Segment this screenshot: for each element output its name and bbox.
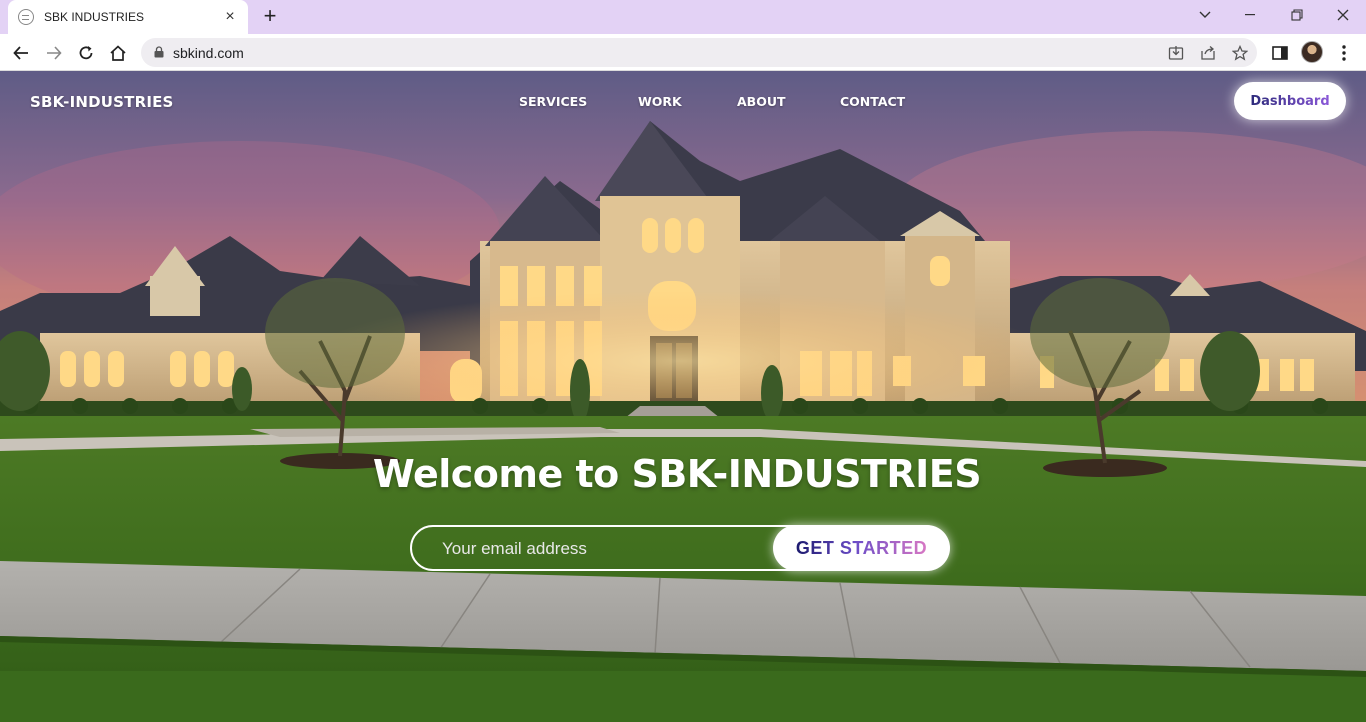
- tab-strip: SBK INDUSTRIES × +: [0, 0, 1366, 34]
- main-nav: SERVICES WORK ABOUT CONTACT: [0, 94, 1366, 114]
- tab-close-icon[interactable]: ×: [222, 9, 238, 25]
- favicon-icon: [18, 9, 34, 25]
- hero-title: Welcome to SBK-INDUSTRIES: [372, 452, 982, 496]
- browser-toolbar: sbkind.com: [0, 34, 1366, 71]
- install-icon[interactable]: [1167, 44, 1185, 62]
- restore-icon[interactable]: [1274, 0, 1320, 30]
- tab-search-icon[interactable]: [1182, 0, 1228, 30]
- dashboard-button[interactable]: Dashboard: [1234, 82, 1346, 120]
- profile-avatar[interactable]: [1301, 41, 1323, 63]
- dashboard-label: Dashboard: [1250, 93, 1330, 109]
- mansion-background-image: [0, 71, 1366, 722]
- email-signup-form: GET STARTED: [410, 525, 950, 571]
- reload-icon[interactable]: [73, 40, 99, 66]
- minimize-icon[interactable]: [1228, 0, 1274, 30]
- tab-title: SBK INDUSTRIES: [44, 10, 145, 24]
- close-icon[interactable]: [1320, 0, 1366, 30]
- lock-icon: [154, 46, 164, 58]
- forward-arrow-icon[interactable]: [41, 40, 67, 66]
- more-vert-icon[interactable]: [1334, 43, 1354, 63]
- new-tab-button[interactable]: +: [258, 5, 282, 29]
- get-started-button[interactable]: GET STARTED: [773, 525, 950, 571]
- nav-services[interactable]: SERVICES: [519, 94, 587, 109]
- url-text: sbkind.com: [173, 45, 244, 61]
- nav-about[interactable]: ABOUT: [737, 94, 786, 109]
- share-icon[interactable]: [1199, 44, 1217, 62]
- bookmark-star-icon[interactable]: [1231, 44, 1249, 62]
- nav-work[interactable]: WORK: [638, 94, 682, 109]
- back-arrow-icon[interactable]: [8, 40, 34, 66]
- side-panel-icon[interactable]: [1270, 43, 1290, 63]
- address-bar[interactable]: sbkind.com: [141, 38, 1257, 67]
- email-input[interactable]: [442, 536, 762, 562]
- home-icon[interactable]: [105, 40, 131, 66]
- nav-contact[interactable]: CONTACT: [840, 94, 905, 109]
- hero-section: SBK-INDUSTRIES SERVICES WORK ABOUT CONTA…: [0, 71, 1366, 722]
- browser-tab[interactable]: SBK INDUSTRIES ×: [8, 0, 248, 34]
- get-started-label: GET STARTED: [795, 537, 928, 558]
